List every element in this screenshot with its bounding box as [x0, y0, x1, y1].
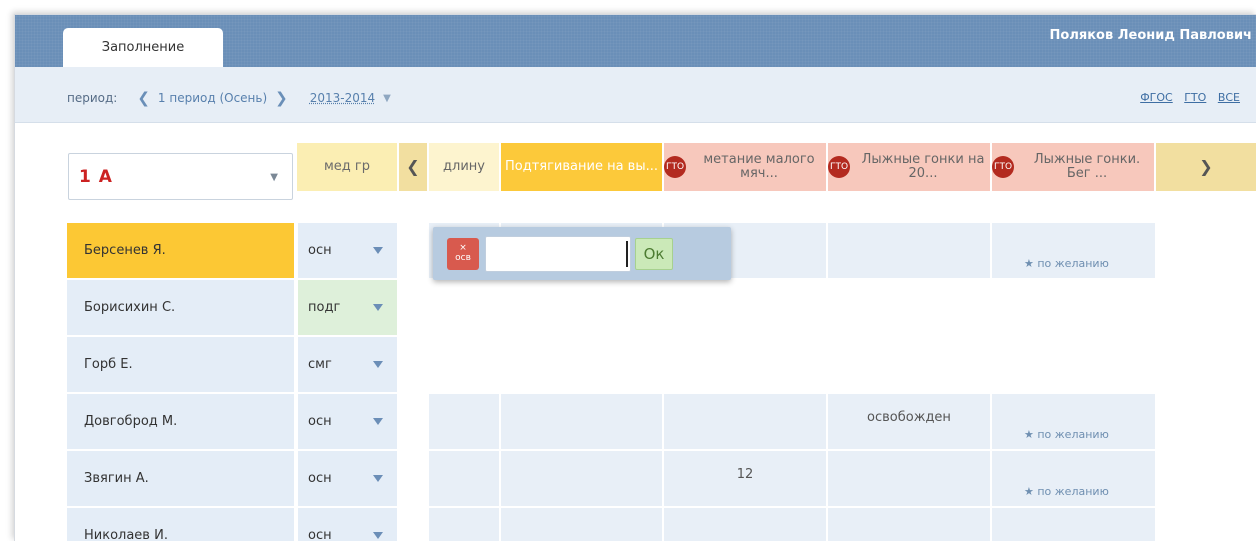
group-select[interactable]: осн [298, 394, 397, 449]
group-value: смг [308, 357, 332, 372]
tab-fill[interactable]: Заполнение [63, 28, 223, 67]
group-value: подг [308, 300, 341, 315]
grid-cell[interactable] [429, 508, 499, 541]
chevron-down-icon[interactable]: ▼ [383, 93, 391, 104]
ok-button[interactable]: Ок [635, 238, 673, 270]
link-all[interactable]: ВСЕ [1218, 91, 1240, 104]
grid-cell[interactable]: ★ по желанию [992, 451, 1155, 506]
period-label: период: [67, 91, 118, 105]
year-selector[interactable]: 2013-2014 [310, 91, 375, 105]
student-name[interactable]: Николаев И. [67, 508, 294, 541]
gto-badge-icon: ГТО [664, 156, 686, 178]
header-ski-run[interactable]: ГТО Лыжные гонки. Бег ... [992, 143, 1154, 191]
link-fgos[interactable]: ФГОС [1140, 91, 1173, 104]
chevron-down-icon [373, 418, 383, 425]
gto-badge-icon: ГТО [992, 156, 1014, 178]
student-name[interactable]: Берсенев Я. [67, 223, 294, 278]
exempt-button[interactable]: × осв [447, 238, 479, 270]
group-select[interactable]: подг [298, 280, 397, 335]
period-value[interactable]: 1 период (Осень) [158, 91, 267, 105]
column-divider [990, 143, 992, 191]
app-window: Заполнение Поляков Леонид Павлович перио… [14, 14, 1256, 541]
group-value: осн [308, 528, 332, 541]
chevron-down-icon [373, 304, 383, 311]
group-value: осн [308, 243, 332, 258]
header-label: метание малого мяч... [703, 152, 815, 181]
optional-note: ★ по желанию [1024, 428, 1109, 441]
group-select[interactable]: смг [298, 337, 397, 392]
group-select[interactable]: осн [298, 223, 397, 278]
column-divider [662, 143, 664, 191]
chevron-down-icon [373, 247, 383, 254]
grid-cell[interactable]: 12 [664, 451, 826, 506]
grid-cell[interactable] [429, 394, 499, 449]
chevron-down-icon [373, 475, 383, 482]
cell-value: 12 [736, 467, 754, 482]
grid-cell[interactable]: освобожден [828, 394, 990, 449]
grid-cell[interactable] [501, 508, 662, 541]
user-name[interactable]: Поляков Леонид Павлович [1050, 28, 1252, 43]
cell-value: освобожден [867, 410, 951, 425]
group-value: осн [308, 471, 332, 486]
grid-cell[interactable] [828, 451, 990, 506]
chevron-down-icon: ▼ [270, 172, 278, 183]
chevron-down-icon [373, 532, 383, 539]
grid-cell[interactable] [828, 508, 990, 541]
score-input[interactable] [485, 236, 631, 272]
grid-cell[interactable] [501, 451, 662, 506]
header-med-group: мед гр [297, 143, 397, 191]
class-select-value: 1 А [79, 166, 113, 187]
group-select[interactable]: осн [298, 508, 397, 541]
column-divider [826, 143, 828, 191]
header-ball-throw[interactable]: ГТО метание малого мяч... [664, 143, 826, 191]
grid-cell[interactable] [664, 394, 826, 449]
group-value: осн [308, 414, 332, 429]
chevron-down-icon [373, 361, 383, 368]
student-name[interactable]: Борисихин С. [67, 280, 294, 335]
grid-cell[interactable] [992, 508, 1155, 541]
header-label: Лыжные гонки. Бег ... [1033, 152, 1141, 181]
grid-cell[interactable] [664, 508, 826, 541]
grid-cell[interactable]: ★ по желанию [992, 394, 1155, 449]
filter-links: ФГОС ГТО ВСЕ [1132, 91, 1240, 104]
optional-note: ★ по желанию [1024, 485, 1109, 498]
group-select[interactable]: осн [298, 451, 397, 506]
text-cursor [626, 241, 628, 267]
scroll-left-button[interactable]: ❮ [399, 143, 427, 191]
grid-cell[interactable] [501, 394, 662, 449]
top-bar: Заполнение Поляков Леонид Павлович [15, 15, 1256, 67]
period-selector: период: ❮ 1 период (Осень) ❯ 2013-2014 ▼ [67, 89, 391, 107]
header-pullups[interactable]: Подтягивание на вы... [501, 143, 662, 191]
grid-cell[interactable] [429, 451, 499, 506]
chevron-left-icon[interactable]: ❮ [137, 89, 150, 107]
score-editor: × осв Ок [433, 227, 731, 280]
gto-badge-icon: ГТО [828, 156, 850, 178]
student-name[interactable]: Звягин А. [67, 451, 294, 506]
student-name[interactable]: Горб Е. [67, 337, 294, 392]
period-toolbar: период: ❮ 1 период (Осень) ❯ 2013-2014 ▼… [15, 67, 1256, 123]
chevron-right-icon[interactable]: ❯ [275, 89, 288, 107]
grid-cell[interactable] [828, 223, 990, 278]
optional-note: ★ по желанию [1024, 257, 1109, 270]
student-name[interactable]: Довгоброд М. [67, 394, 294, 449]
header-prev-partial[interactable]: длину [429, 143, 499, 191]
scroll-right-button[interactable]: ❯ [1156, 143, 1256, 191]
header-ski-race[interactable]: ГТО Лыжные гонки на 20... [828, 143, 990, 191]
class-select[interactable]: 1 А ▼ [68, 153, 293, 200]
link-gto[interactable]: ГТО [1184, 91, 1206, 104]
header-label: Лыжные гонки на 20... [861, 152, 985, 181]
grid-cell[interactable]: ★ по желанию [992, 223, 1155, 278]
